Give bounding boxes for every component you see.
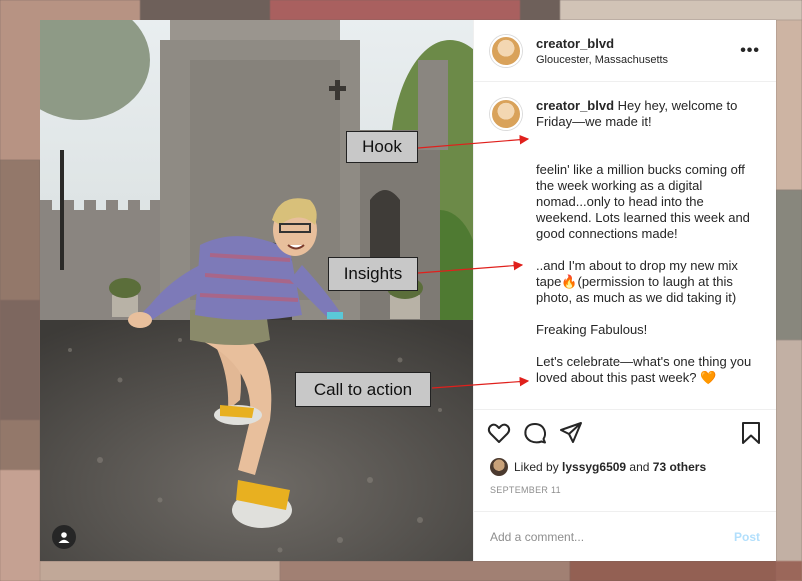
caption-paragraph: ~... (536, 402, 756, 409)
comment-icon[interactable] (522, 420, 548, 446)
caption-paragraph: ..and I'm about to drop my new mix tape🔥… (536, 258, 738, 305)
heart-icon[interactable] (486, 420, 512, 446)
post-header: creator_blvd Gloucester, Massachusetts •… (474, 20, 776, 82)
author-avatar[interactable] (490, 34, 522, 67)
more-icon[interactable]: ••• (740, 42, 760, 60)
liker-avatar[interactable] (490, 458, 508, 476)
insights-callout: Insights (328, 257, 418, 291)
cta-callout: Call to action (295, 372, 431, 407)
comments-panel[interactable]: creator_blvd Hey hey, welcome to Friday—… (474, 82, 776, 409)
post-date[interactable]: SEPTEMBER 11 (474, 479, 776, 501)
post-sidebar: creator_blvd Gloucester, Massachusetts •… (473, 20, 776, 561)
caption-text: creator_blvd Hey hey, welcome to Friday—… (536, 98, 756, 409)
bookmark-icon[interactable] (738, 420, 764, 446)
liker-username[interactable]: lyssyg6509 (562, 460, 626, 474)
user-tag-button[interactable] (52, 525, 76, 549)
author-username[interactable]: creator_blvd (536, 36, 740, 51)
post-comment-button[interactable]: Post (734, 530, 760, 544)
caption-cta: Let's celebrate—what's one thing you lov… (536, 354, 752, 385)
comment-input[interactable] (490, 529, 734, 544)
add-comment-bar: Post (474, 511, 776, 561)
action-bar (474, 409, 776, 455)
caption-avatar[interactable] (490, 98, 522, 130)
post-location[interactable]: Gloucester, Massachusetts (536, 54, 740, 66)
user-tag-icon (58, 532, 70, 543)
hook-callout: Hook (346, 131, 418, 163)
caption-row: creator_blvd Hey hey, welcome to Friday—… (490, 98, 760, 409)
share-icon[interactable] (558, 420, 584, 446)
caption-paragraph: feelin' like a million bucks coming off … (536, 162, 750, 241)
caption-username[interactable]: creator_blvd (536, 98, 614, 113)
likes-summary: Liked by lyssyg6509 and 73 others (474, 455, 776, 479)
caption-paragraph: Freaking Fabulous! (536, 322, 648, 337)
likes-middle: and (626, 460, 653, 474)
likes-prefix: Liked by (514, 460, 563, 474)
likes-others-link[interactable]: 73 others (653, 460, 706, 474)
